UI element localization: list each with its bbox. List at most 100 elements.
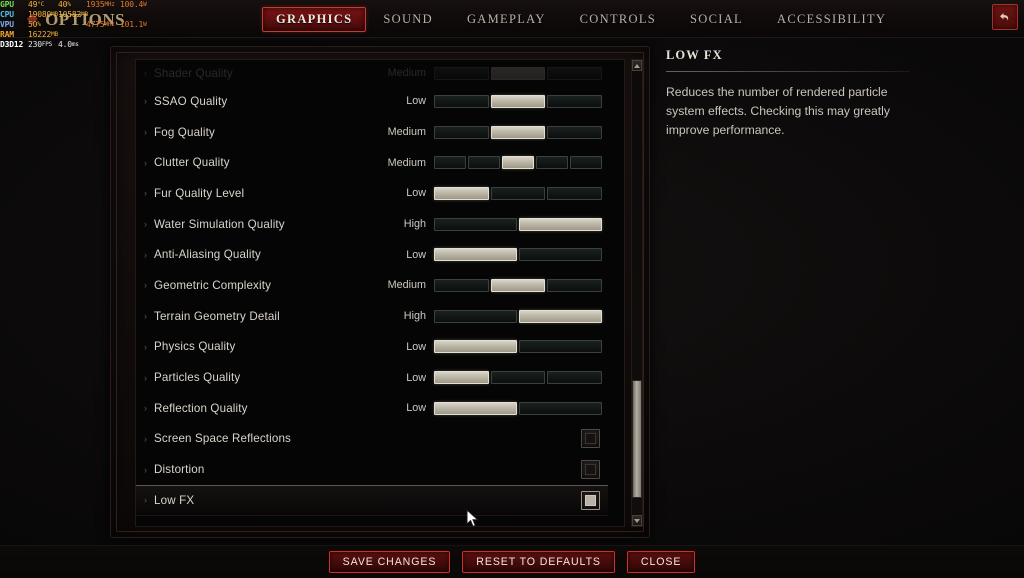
setting-slider[interactable]: [434, 278, 603, 292]
scroll-down-button[interactable]: [632, 515, 642, 526]
slider-segment[interactable]: [434, 401, 517, 415]
slider-segment[interactable]: [547, 66, 603, 80]
stats-value: 4.0ms: [58, 40, 79, 49]
reset-to-defaults-button[interactable]: RESET TO DEFAULTS: [462, 551, 615, 573]
slider-segment[interactable]: [547, 278, 603, 292]
setting-checkbox[interactable]: [581, 460, 600, 480]
setting-slider[interactable]: [434, 94, 603, 108]
slider-segment[interactable]: [434, 156, 466, 170]
save-changes-button[interactable]: SAVE CHANGES: [328, 551, 451, 573]
setting-checkbox[interactable]: [581, 490, 600, 510]
slider-segment[interactable]: [434, 66, 489, 80]
setting-slider[interactable]: [434, 401, 602, 415]
slider-segment[interactable]: [519, 340, 602, 354]
setting-label: Particles Quality: [154, 371, 241, 385]
slider-segment[interactable]: [519, 217, 602, 231]
slider-segment[interactable]: [434, 309, 517, 323]
slider-segment[interactable]: [547, 125, 603, 139]
setting-row[interactable]: › Fur Quality Level Low: [136, 178, 608, 209]
setting-row[interactable]: › Terrain Geometry Detail High: [136, 301, 608, 332]
setting-slider[interactable]: [434, 217, 602, 231]
slider-segment[interactable]: [490, 278, 546, 292]
stats-value: 4775MHz: [86, 20, 115, 29]
setting-slider[interactable]: [434, 371, 603, 385]
setting-slider[interactable]: [434, 156, 602, 170]
slider-segment[interactable]: [434, 125, 489, 139]
row-expand-icon: ›: [144, 433, 147, 444]
slider-segment[interactable]: [490, 66, 546, 80]
scrollbar-thumb[interactable]: [632, 380, 642, 498]
checkbox-inner: [585, 494, 596, 506]
slider-segment[interactable]: [434, 340, 517, 354]
tab-accessibility[interactable]: ACCESSIBILITY: [760, 7, 903, 32]
slider-segment[interactable]: [490, 94, 546, 108]
slider-segment[interactable]: [519, 309, 602, 323]
stats-value: 16222MB: [28, 30, 58, 39]
setting-value: High: [403, 218, 426, 231]
slider-segment[interactable]: [468, 156, 500, 170]
setting-row[interactable]: › SSAO Quality Low: [136, 86, 608, 117]
slider-segment[interactable]: [434, 248, 517, 262]
setting-slider[interactable]: [434, 125, 603, 139]
row-expand-icon: ›: [144, 188, 147, 199]
setting-value: Medium: [387, 67, 426, 79]
checkbox-inner: [585, 433, 596, 445]
slider-segment[interactable]: [434, 278, 489, 292]
stats-label: CPU: [0, 10, 14, 19]
stats-value: 49°C: [28, 0, 45, 9]
close-button[interactable]: CLOSE: [626, 551, 696, 573]
setting-slider[interactable]: [434, 186, 603, 200]
setting-slider[interactable]: [434, 309, 602, 323]
slider-segment[interactable]: [547, 186, 603, 200]
stats-value: 230FPS: [28, 40, 53, 49]
slider-segment[interactable]: [536, 156, 568, 170]
tab-gameplay[interactable]: GAMEPLAY: [450, 7, 563, 32]
slider-segment[interactable]: [490, 371, 546, 385]
slider-segment[interactable]: [434, 94, 489, 108]
tab-social[interactable]: SOCIAL: [673, 7, 760, 32]
row-expand-icon: ›: [144, 68, 147, 78]
slider-segment[interactable]: [547, 94, 603, 108]
slider-segment[interactable]: [519, 401, 602, 415]
tab-sound[interactable]: SOUND: [366, 7, 450, 32]
stats-row: RAM 16222MB: [0, 30, 160, 40]
setting-row[interactable]: › Particles Quality Low: [136, 362, 608, 393]
settings-scrollbar[interactable]: [631, 59, 643, 527]
setting-label: Anti-Aliasing Quality: [154, 248, 261, 262]
settings-list: › Shader Quality Medium › SSAO Quality Low › Fo…: [135, 59, 625, 527]
setting-row[interactable]: › Physics Quality Low: [136, 332, 608, 363]
slider-segment[interactable]: [519, 248, 602, 262]
setting-checkbox[interactable]: [581, 429, 600, 449]
setting-slider[interactable]: [434, 248, 602, 262]
setting-row[interactable]: › Reflection Quality Low: [136, 393, 608, 424]
slider-segment[interactable]: [434, 371, 489, 385]
setting-row[interactable]: › Fog Quality Medium: [136, 117, 608, 148]
scroll-up-button[interactable]: [632, 60, 642, 71]
slider-segment[interactable]: [502, 156, 534, 170]
slider-segment[interactable]: [434, 186, 489, 200]
setting-row[interactable]: › Water Simulation Quality High: [136, 209, 608, 240]
back-button[interactable]: [992, 4, 1018, 30]
tab-controls[interactable]: CONTROLS: [563, 7, 673, 32]
setting-slider[interactable]: [434, 66, 603, 80]
setting-slider[interactable]: [434, 340, 602, 354]
stats-row: GPU 49°C 40% 1935MHz 100.4W: [0, 0, 160, 10]
setting-value: High: [403, 310, 426, 323]
row-expand-icon: ›: [144, 311, 147, 322]
setting-row[interactable]: › Anti-Aliasing Quality Low: [136, 239, 608, 270]
slider-segment[interactable]: [570, 156, 602, 170]
setting-row[interactable]: › Screen Space Reflections: [136, 424, 608, 455]
setting-row[interactable]: › Low FX: [136, 484, 608, 516]
slider-segment[interactable]: [547, 371, 603, 385]
slider-segment[interactable]: [490, 125, 546, 139]
setting-row[interactable]: › Distortion: [136, 454, 608, 485]
slider-segment[interactable]: [434, 217, 517, 231]
setting-label: Geometric Complexity: [154, 278, 272, 292]
slider-segment[interactable]: [490, 186, 546, 200]
row-expand-icon: ›: [144, 495, 147, 506]
setting-row[interactable]: › Geometric Complexity Medium: [136, 270, 608, 301]
setting-row[interactable]: › Shader Quality Medium: [136, 60, 608, 86]
stats-label: RAM: [0, 30, 14, 39]
setting-row[interactable]: › Clutter Quality Medium: [136, 147, 608, 178]
tab-graphics[interactable]: GRAPHICS: [262, 6, 367, 32]
